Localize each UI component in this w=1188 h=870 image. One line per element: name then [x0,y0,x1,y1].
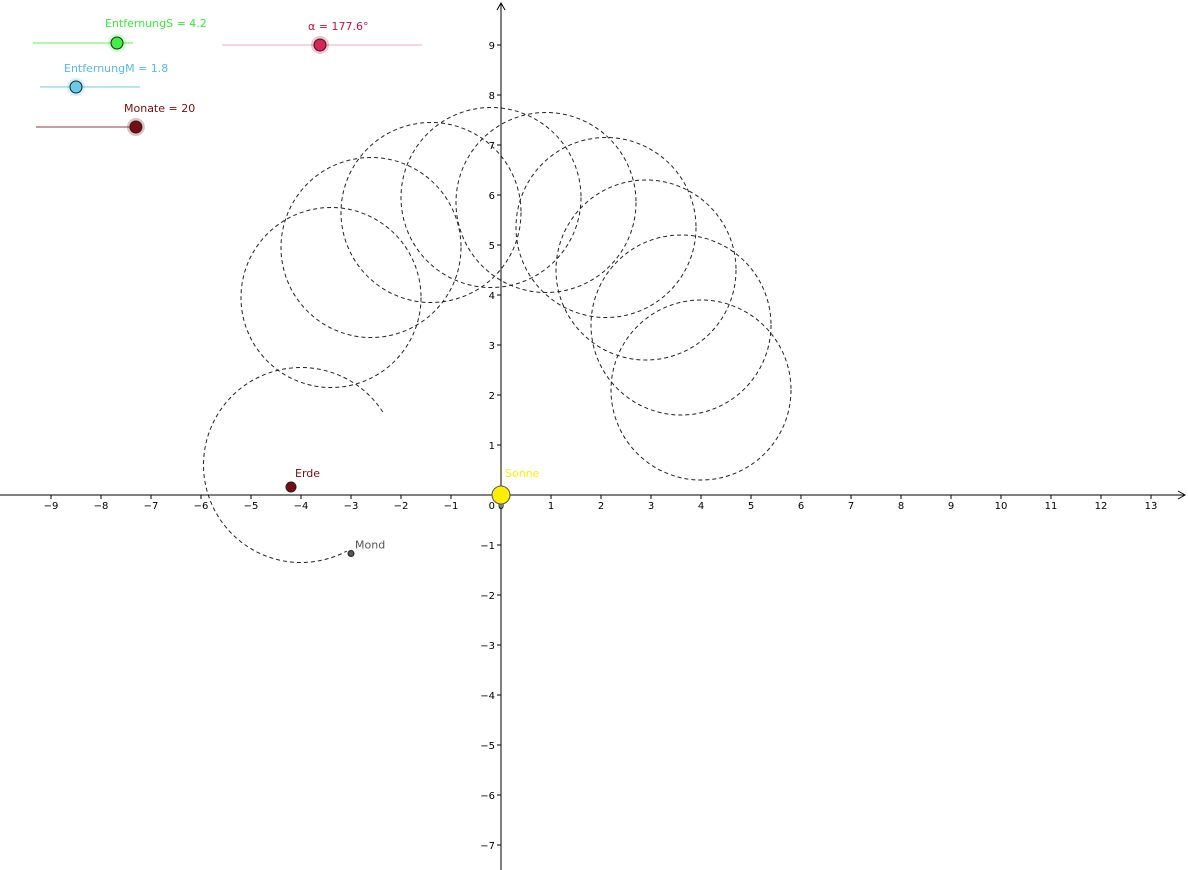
y-tick-label: −4 [480,691,495,702]
x-tick-label: 5 [748,501,754,512]
erde-point[interactable] [285,481,297,493]
slider-knob[interactable] [69,80,83,94]
x-tick-label: 7 [848,501,854,512]
x-tick-label: −8 [94,501,109,512]
orbit-circle-1 [610,299,792,481]
x-tick-label: −6 [194,501,209,512]
mond-label: Mond [355,539,385,552]
moon-orbit-arc [203,367,384,563]
slider-label: Monate = 20 [124,102,195,115]
graphics-view[interactable]: −9 −8 −7 −6 −5 −4 −3 −2 −1 0 1 2 3 4 5 6 7 8 9 10 11 12 13−7−6… [0,0,1188,870]
slider-entfernungM[interactable]: EntfernungM = 1.8 [40,62,168,96]
x-tick-label: −2 [394,501,409,512]
orbit-circle-3 [555,179,737,361]
y-tick-label: 2 [489,391,495,402]
x-tick-label: 3 [648,501,654,512]
slider-entfernungS[interactable]: EntfernungS = 4.2 [33,17,207,52]
x-tick-label: −3 [344,501,359,512]
sonne-label: Sonne [505,467,540,480]
x-tick-label: 8 [898,501,904,512]
sonne-point[interactable] [491,485,511,505]
slider-label: EntfernungM = 1.8 [64,62,168,75]
slider-alpha[interactable]: α = 177.6° [222,20,422,54]
orbit-circle-2 [590,234,772,416]
y-tick-label: 8 [489,91,495,102]
x-tick-label: 12 [1095,501,1108,512]
x-tick-label: 13 [1145,501,1158,512]
x-tick-label: 4 [698,501,704,512]
y-tick-label: 6 [489,191,495,202]
y-tick-label: −6 [480,791,495,802]
x-tick-label: 1 [548,501,554,512]
x-tick-label: 10 [995,501,1008,512]
y-tick-label: 3 [489,341,495,352]
y-tick-label: −7 [480,841,495,852]
x-tick-label: −5 [244,501,259,512]
y-tick-label: 5 [489,241,495,252]
x-tick-label: −1 [444,501,459,512]
y-tick-label: 9 [489,41,495,52]
y-tick-label: 1 [489,441,495,452]
y-tick-label: 7 [489,141,495,152]
orbit-circle-4 [515,137,697,318]
slider-knob[interactable] [110,36,124,50]
y-tick-label: −3 [480,641,495,652]
x-tick-label: 11 [1045,501,1058,512]
x-tick-label: 6 [798,501,804,512]
erde-label: Erde [295,467,320,480]
x-tick-label: −9 [44,501,59,512]
x-tick-label: 9 [948,501,954,512]
slider-label: α = 177.6° [308,20,368,33]
coordinate-axes: −9 −8 −7 −6 −5 −4 −3 −2 −1 0 1 2 3 4 5 6 7 8 9 10 11 12 13−7−6… [0,1,1187,870]
y-tick-label: −2 [480,591,495,602]
slider-label: EntfernungS = 4.2 [105,17,207,30]
x-tick-label: −4 [294,501,309,512]
y-tick-label: 4 [489,291,495,302]
y-tick-label: −5 [480,741,495,752]
orbit-circle-8 [280,157,462,338]
slider-knob[interactable] [129,120,143,134]
orbit-circle-9 [240,207,422,388]
origin-label: 0 [489,501,495,512]
x-tick-label: −7 [144,501,159,512]
slider-monate[interactable]: Monate = 20 [36,102,195,136]
y-tick-label: −1 [480,541,495,552]
mond-point[interactable] [347,550,355,557]
slider-knob[interactable] [313,38,327,52]
x-tick-label: 2 [598,501,604,512]
sliders-layer: EntfernungS = 4.2 α = 177.6° EntfernungM =… [33,17,422,136]
